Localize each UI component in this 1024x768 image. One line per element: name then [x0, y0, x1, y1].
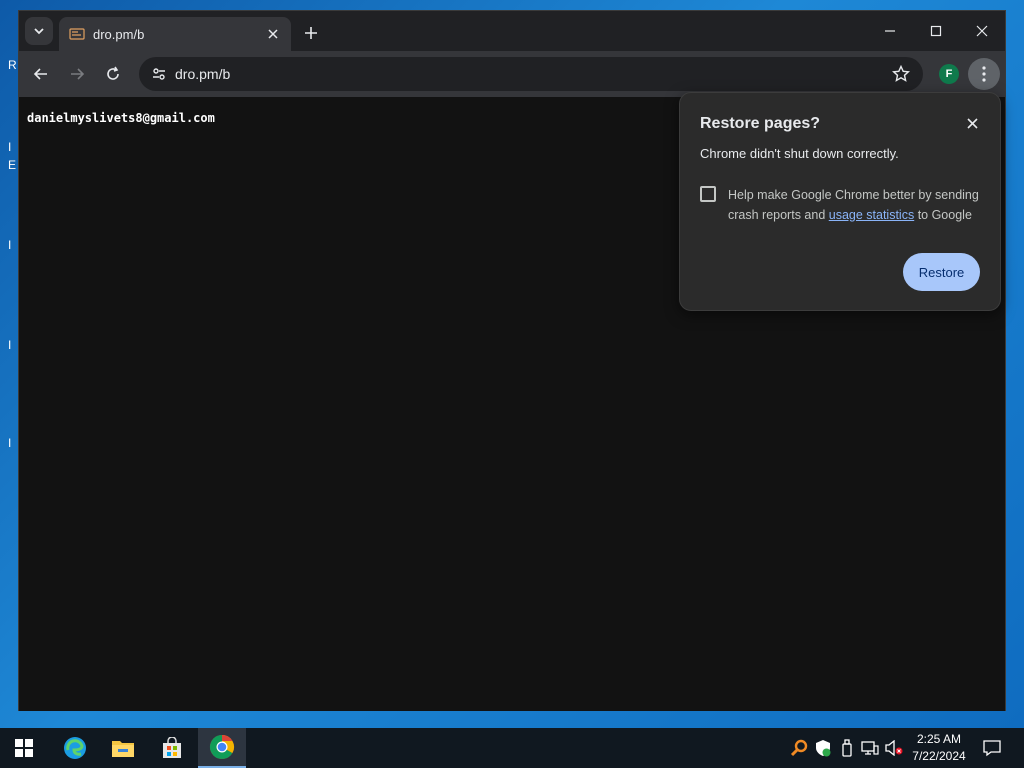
minimize-button[interactable] [867, 11, 913, 51]
restore-button[interactable]: Restore [903, 253, 980, 291]
title-bar: dro.pm/b [19, 11, 1005, 51]
tab-title: dro.pm/b [93, 26, 145, 42]
page-text: danielmyslivets8@gmail.com [27, 111, 215, 125]
site-info-button[interactable] [149, 64, 169, 84]
bookmark-button[interactable] [887, 60, 915, 88]
chevron-down-icon [34, 28, 44, 35]
start-button[interactable] [0, 728, 48, 768]
plus-icon [305, 27, 317, 39]
dialog-message: Chrome didn't shut down correctly. [700, 146, 899, 161]
crash-reports-checkbox[interactable] [700, 186, 716, 202]
taskbar: 2:25 AM 7/22/2024 [0, 728, 1024, 768]
taskbar-chrome[interactable] [198, 728, 246, 768]
tab-close-button[interactable] [265, 26, 281, 42]
volume-muted-icon [885, 740, 903, 756]
edge-icon [64, 737, 86, 759]
minimize-icon [885, 30, 895, 32]
restore-pages-dialog: Restore pages? Chrome didn't shut down c… [679, 92, 1001, 311]
usb-drive-icon [842, 739, 852, 757]
tray-search-app[interactable] [790, 739, 808, 757]
close-icon [268, 29, 278, 39]
browser-tab[interactable]: dro.pm/b [59, 17, 291, 51]
clock-date: 7/22/2024 [912, 749, 966, 763]
reload-icon [107, 66, 119, 80]
back-button[interactable] [27, 60, 55, 88]
start-icon [15, 739, 33, 757]
crash-reports-label: Help make Google Chrome better by sendin… [728, 185, 988, 225]
notification-icon [983, 740, 1001, 757]
tray-network[interactable] [861, 739, 879, 757]
star-icon [892, 65, 910, 82]
new-tab-button[interactable] [299, 21, 323, 45]
close-icon [976, 25, 988, 37]
arrow-right-icon [71, 68, 85, 80]
tray-volume[interactable] [885, 739, 903, 757]
tray-security[interactable] [814, 739, 832, 757]
network-icon [861, 741, 879, 755]
dialog-close-button[interactable] [962, 113, 982, 133]
checkbox-text-after: to Google [914, 208, 972, 222]
more-vert-icon [982, 66, 986, 82]
desktop-icon-fragment[interactable]: I [8, 140, 18, 154]
tune-icon [153, 68, 165, 80]
desktop-icon-fragment[interactable]: I [8, 338, 18, 352]
forward-button[interactable] [63, 60, 91, 88]
chrome-menu-button[interactable] [968, 58, 1000, 90]
chrome-icon [209, 735, 235, 760]
maximize-button[interactable] [913, 11, 959, 51]
maximize-icon [930, 25, 942, 37]
taskbar-store[interactable] [148, 728, 196, 768]
store-icon [163, 737, 181, 758]
usage-statistics-link[interactable]: usage statistics [829, 208, 914, 222]
dialog-title: Restore pages? [700, 115, 821, 132]
tray-usb[interactable] [838, 739, 856, 757]
tab-favicon-icon [69, 28, 85, 40]
toolbar: dro.pm/b F [19, 51, 1005, 97]
desktop-icon-fragment[interactable]: I [8, 238, 18, 252]
shield-icon [816, 740, 831, 757]
reload-button[interactable] [99, 60, 127, 88]
notification-center-button[interactable] [980, 736, 1004, 760]
close-icon [966, 117, 978, 129]
address-bar-url[interactable]: dro.pm/b [175, 66, 887, 82]
file-explorer-icon [112, 741, 134, 757]
arrow-left-icon [33, 68, 47, 80]
taskbar-edge[interactable] [51, 728, 99, 768]
desktop-icon-fragment[interactable]: R [8, 58, 18, 72]
taskbar-clock[interactable]: 2:25 AM 7/22/2024 [908, 731, 970, 765]
magnifier-icon [790, 739, 808, 757]
taskbar-file-explorer[interactable] [99, 728, 147, 768]
desktop-icon-fragment[interactable]: I [8, 436, 18, 450]
address-bar[interactable]: dro.pm/b [139, 57, 923, 91]
clock-time: 2:25 AM [916, 732, 962, 746]
desktop-icon-fragment[interactable]: E [8, 158, 18, 172]
window-close-button[interactable] [959, 11, 1005, 51]
tab-search-button[interactable] [25, 17, 53, 45]
profile-avatar[interactable]: F [939, 64, 959, 84]
